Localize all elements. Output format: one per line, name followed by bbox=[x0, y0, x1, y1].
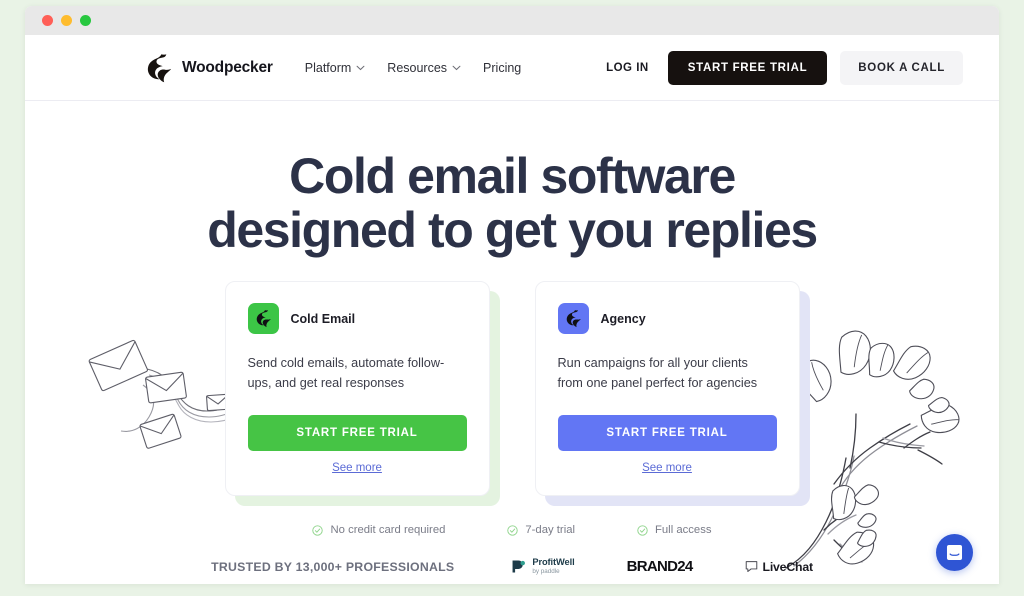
check-circle-icon bbox=[637, 524, 648, 536]
badge-trial-length: 7-day trial bbox=[507, 524, 575, 536]
badge-full-access: Full access bbox=[637, 524, 712, 536]
card-agency: Agency Run campaigns for all your client… bbox=[534, 281, 810, 506]
card-header: Agency bbox=[557, 303, 777, 334]
check-circle-icon bbox=[312, 524, 324, 536]
headline-line-2: designed to get you replies bbox=[207, 202, 818, 258]
card-icon-tile bbox=[557, 303, 589, 334]
site-header: Woodpecker Platform Resources Pricing LO… bbox=[25, 35, 999, 101]
card-description: Run campaigns for all your clients from … bbox=[557, 356, 758, 390]
login-link[interactable]: LOG IN bbox=[600, 62, 655, 74]
hero-section: Cold email software designed to get you … bbox=[25, 101, 999, 584]
card-title: Cold Email bbox=[290, 311, 356, 326]
headline-line-1: Cold email software bbox=[289, 148, 736, 204]
see-more-link[interactable]: See more bbox=[558, 462, 777, 474]
profitwell-icon bbox=[512, 560, 526, 573]
browser-window: Woodpecker Platform Resources Pricing LO… bbox=[25, 6, 999, 584]
offer-cards: Cold Email Send cold emails, automate fo… bbox=[25, 281, 999, 506]
badge-label: Full access bbox=[655, 524, 712, 536]
nav-label: Pricing bbox=[483, 60, 522, 75]
logo-livechat: LiveChat bbox=[745, 560, 813, 574]
logo-brand24: BRAND24 bbox=[626, 558, 694, 576]
woodpecker-logo-icon bbox=[566, 310, 581, 328]
trusted-by-bar: TRUSTED BY 13,000+ PROFESSIONALS ProfitW… bbox=[25, 557, 999, 576]
logo-name: ProfitWell bbox=[532, 557, 575, 567]
woodpecker-logo-icon bbox=[256, 310, 271, 328]
nav-item-pricing[interactable]: Pricing bbox=[483, 61, 521, 75]
see-more-link[interactable]: See more bbox=[248, 462, 467, 474]
chevron-down-icon bbox=[356, 65, 365, 70]
book-a-call-button[interactable]: BOOK A CALL bbox=[840, 50, 963, 85]
window-maximize-button[interactable] bbox=[80, 15, 91, 26]
woodpecker-logo-icon bbox=[147, 53, 172, 82]
card-body: Cold Email Send cold emails, automate fo… bbox=[224, 281, 490, 496]
header-actions: LOG IN START FREE TRIAL BOOK A CALL bbox=[600, 50, 963, 85]
brand-name: Woodpecker bbox=[182, 58, 273, 76]
check-circle-icon bbox=[507, 524, 519, 536]
card-icon-tile bbox=[247, 303, 279, 334]
nav-label: Resources bbox=[387, 60, 448, 75]
chevron-down-icon bbox=[452, 65, 461, 70]
badge-no-credit-card: No credit card required bbox=[312, 524, 445, 536]
nav-item-platform[interactable]: Platform bbox=[305, 61, 366, 75]
nav-item-resources[interactable]: Resources bbox=[387, 61, 461, 75]
logo-profitwell: ProfitWell by paddle bbox=[510, 557, 575, 576]
livechat-bubble-icon bbox=[745, 561, 757, 573]
feature-badges: No credit card required 7-day trial Full… bbox=[25, 524, 999, 536]
browser-chrome-bar bbox=[25, 6, 999, 35]
trusted-by-label: TRUSTED BY 13,000+ PROFESSIONALS bbox=[211, 559, 455, 574]
card-cta-button[interactable]: START FREE TRIAL bbox=[247, 415, 467, 452]
badge-label: No credit card required bbox=[330, 524, 446, 536]
logo-tagline: by paddle bbox=[532, 568, 560, 576]
card-body: Agency Run campaigns for all your client… bbox=[534, 281, 800, 496]
window-minimize-button[interactable] bbox=[61, 15, 72, 26]
card-cold-email: Cold Email Send cold emails, automate fo… bbox=[224, 281, 500, 506]
main-navigation: Platform Resources Pricing bbox=[305, 61, 522, 75]
client-logos: ProfitWell by paddle BRAND24 LiveChat bbox=[510, 557, 813, 576]
brand-logo[interactable]: Woodpecker bbox=[145, 53, 273, 83]
card-title: Agency bbox=[600, 311, 646, 326]
window-close-button[interactable] bbox=[42, 15, 53, 26]
page-title: Cold email software designed to get you … bbox=[25, 101, 999, 257]
start-free-trial-button[interactable]: START FREE TRIAL bbox=[667, 50, 828, 85]
badge-label: 7-day trial bbox=[525, 524, 575, 536]
nav-label: Platform bbox=[304, 60, 352, 75]
card-header: Cold Email bbox=[247, 303, 467, 334]
logo-name: LiveChat bbox=[762, 559, 814, 574]
chat-widget-button[interactable] bbox=[936, 534, 973, 571]
logo-name: BRAND24 bbox=[626, 558, 694, 576]
chat-message-icon bbox=[946, 544, 963, 561]
card-description: Send cold emails, automate follow-ups, a… bbox=[247, 356, 445, 390]
card-cta-button[interactable]: START FREE TRIAL bbox=[557, 415, 777, 452]
